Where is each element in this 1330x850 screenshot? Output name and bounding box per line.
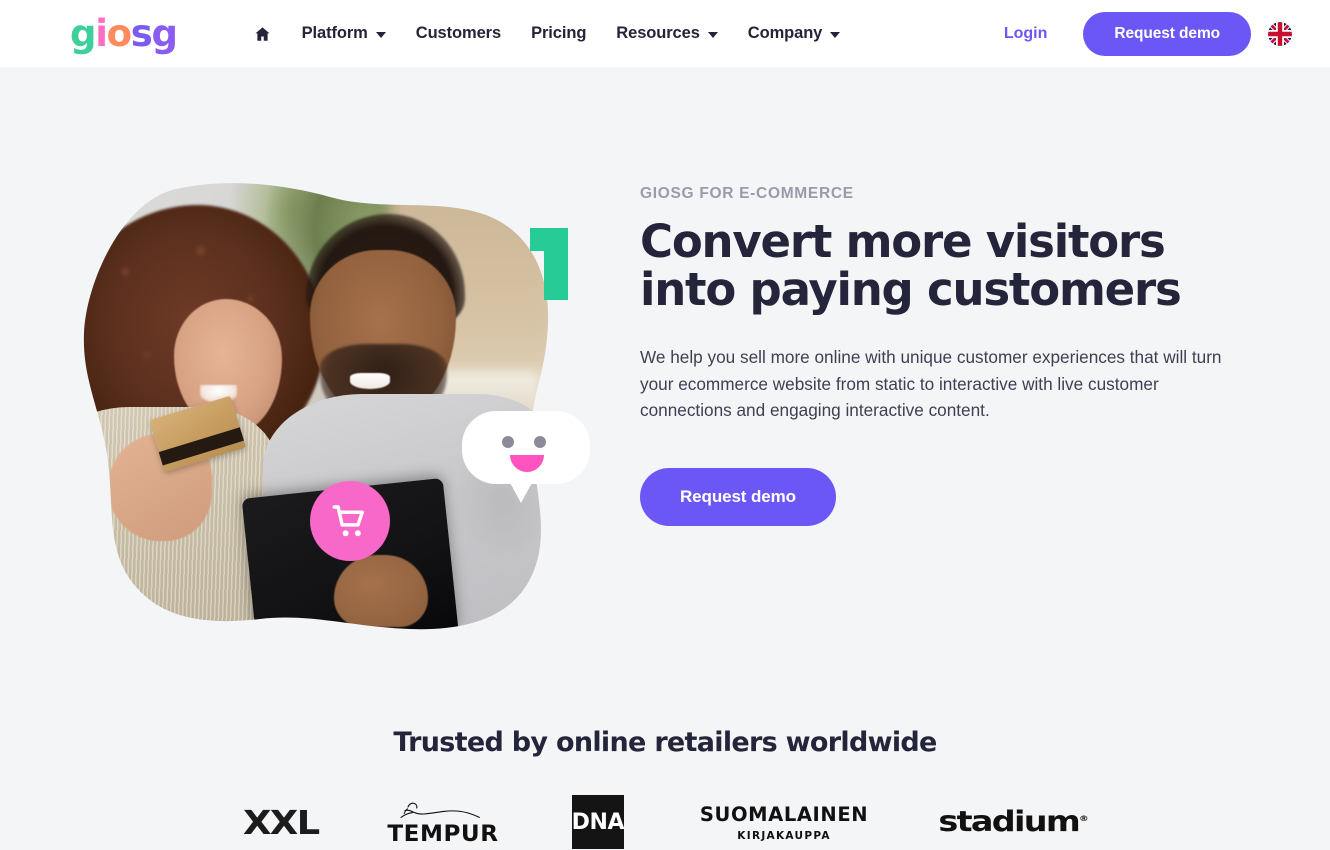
logo-letter-g1: g	[70, 12, 96, 55]
giosg-logo[interactable]: g i o s g	[70, 12, 178, 55]
nav-item-home[interactable]	[253, 25, 272, 43]
partner-logo-stadium: stadium®	[939, 794, 1089, 850]
hero-image-blob	[80, 183, 590, 631]
header-actions: Login Request demo	[1004, 11, 1292, 56]
hero-request-demo-button[interactable]: Request demo	[640, 468, 836, 527]
nav-label-platform: Platform	[301, 24, 368, 42]
nav-label-pricing: Pricing	[531, 24, 587, 42]
site-header: g i o s g Platform Customers Pricing Res…	[0, 0, 1330, 67]
hero-photo	[80, 183, 550, 631]
partner-logo-suomalainen: SUOMALAINEN KIRJAKAUPPA	[700, 794, 868, 850]
nav-item-platform[interactable]: Platform	[302, 24, 386, 43]
header-request-demo-button[interactable]: Request demo	[1083, 11, 1251, 56]
tempur-wordmark: TEMPUR	[387, 821, 499, 847]
nav-label-customers: Customers	[415, 24, 502, 42]
partner-logo-dna: DNA	[572, 794, 625, 850]
home-icon	[255, 26, 270, 41]
chevron-down-icon	[375, 31, 386, 38]
uk-flag-icon[interactable]	[1268, 21, 1292, 46]
stadium-text: stadium	[938, 805, 1081, 839]
number-one-badge	[530, 228, 568, 300]
nav-item-customers[interactable]: Customers	[416, 24, 501, 43]
main-navigation: Platform Customers Pricing Resources Com…	[253, 24, 841, 43]
hero-description: We help you sell more online with unique…	[640, 347, 1222, 420]
shopping-cart-badge	[310, 481, 390, 561]
dna-wordmark: DNA	[572, 795, 625, 849]
hero-title-line-2: into paying customers	[640, 263, 1182, 317]
nav-item-company[interactable]: Company	[747, 24, 841, 43]
chat-eye-right-icon	[534, 436, 546, 448]
hero-section: GIOSG FOR E-COMMERCE Convert more visito…	[0, 67, 1330, 631]
suomalainen-wordmark: SUOMALAINEN	[699, 802, 869, 826]
chat-mouth-icon	[510, 455, 544, 472]
nav-label-resources: Resources	[616, 24, 700, 42]
chevron-down-icon	[707, 31, 718, 38]
stadium-registered-mark: ®	[1079, 814, 1089, 824]
login-link[interactable]: Login	[1004, 25, 1048, 43]
shopping-cart-icon	[332, 505, 364, 537]
partner-logos: XXL TEMPUR DNA SUOMALAINEN KIRJAKAUPPA s…	[0, 794, 1330, 850]
hero-media	[0, 183, 640, 631]
hero-title-line-1: Convert more visitors	[640, 215, 1166, 268]
hero-text: GIOSG FOR E-COMMERCE Convert more visito…	[640, 183, 1252, 631]
hero-title: Convert more visitors into paying custom…	[640, 215, 1252, 317]
chat-bubble-badge	[462, 411, 590, 503]
chat-eye-left-icon	[502, 436, 514, 448]
nav-label-company: Company	[747, 24, 823, 42]
chevron-down-icon	[830, 31, 841, 38]
trusted-section: Trusted by online retailers worldwide XX…	[0, 727, 1330, 850]
logo-letter-g2: g	[151, 12, 177, 55]
stadium-wordmark: stadium®	[939, 805, 1089, 838]
logo-letter-s: s	[130, 12, 153, 55]
partner-logo-xxl: XXL	[243, 794, 320, 850]
nav-item-resources[interactable]: Resources	[616, 24, 718, 43]
nav-item-pricing[interactable]: Pricing	[531, 24, 586, 43]
trusted-title: Trusted by online retailers worldwide	[393, 727, 937, 758]
logo-letter-o: o	[106, 12, 132, 55]
tempur-figure-icon	[400, 802, 480, 818]
logo-letter-i: i	[95, 12, 108, 55]
hero-eyebrow: GIOSG FOR E-COMMERCE	[640, 185, 854, 202]
partner-logo-tempur: TEMPUR	[387, 794, 499, 850]
